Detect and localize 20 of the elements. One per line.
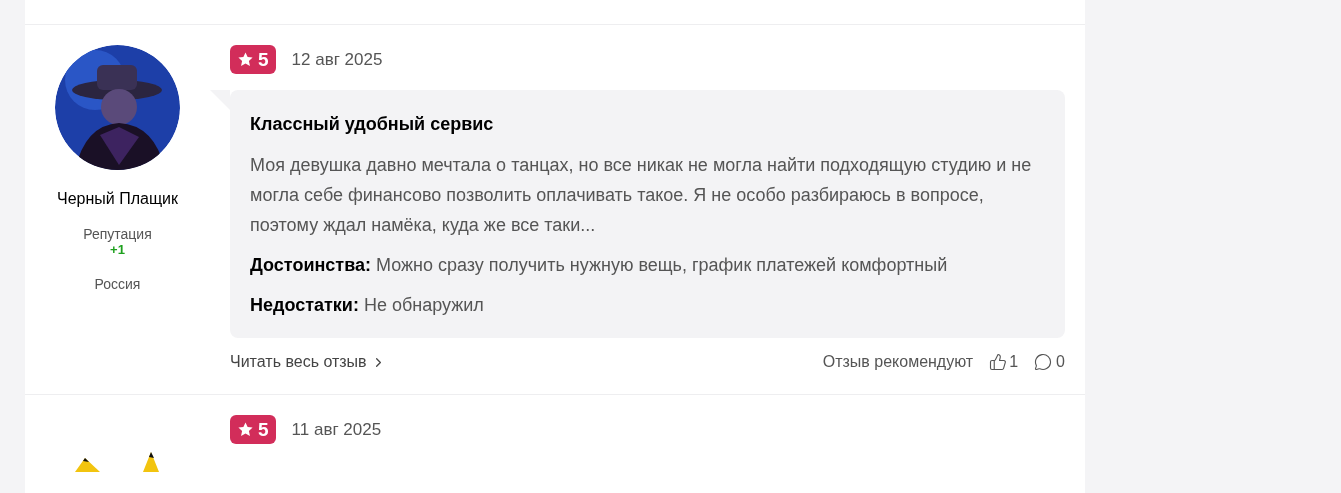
review-cons: Недостатки: Не обнаружил xyxy=(250,294,485,317)
rating-value: 5 xyxy=(258,50,269,69)
review-pros: Достоинства: Можно сразу получить нужную вещь, график платежей комфортный xyxy=(250,254,949,277)
star-icon xyxy=(237,51,254,68)
recommend-label: Отзыв рекомендуют xyxy=(822,352,974,372)
like-button[interactable]: 1 xyxy=(989,350,1019,374)
thumbs-up-icon xyxy=(989,353,1008,371)
read-more-link[interactable]: Читать весь отзыв xyxy=(230,350,386,374)
reputation-value: +1 xyxy=(110,243,125,257)
comment-button[interactable]: 0 xyxy=(1034,350,1065,374)
star-icon xyxy=(237,421,254,438)
review-date: 12 авг 2025 xyxy=(291,48,383,71)
rating-value: 5 xyxy=(258,420,269,439)
review-date: 11 авг 2025 xyxy=(291,418,382,441)
reputation-label: Репутация xyxy=(83,225,152,243)
comment-icon xyxy=(1034,353,1053,371)
review-text: Моя девушка давно мечтала о танцах, но все никак не могла найти подходящую студию и не могла себе финансово позволить оплачивать такое. Я не особо разбираюсь в вопросе, поэтому ждал намёка, куда же все таки... xyxy=(250,154,1033,237)
author-country: Россия xyxy=(94,275,141,294)
author-name[interactable]: Черный Плащик xyxy=(57,187,178,211)
review-title: Классный удобный сервис xyxy=(250,113,495,136)
